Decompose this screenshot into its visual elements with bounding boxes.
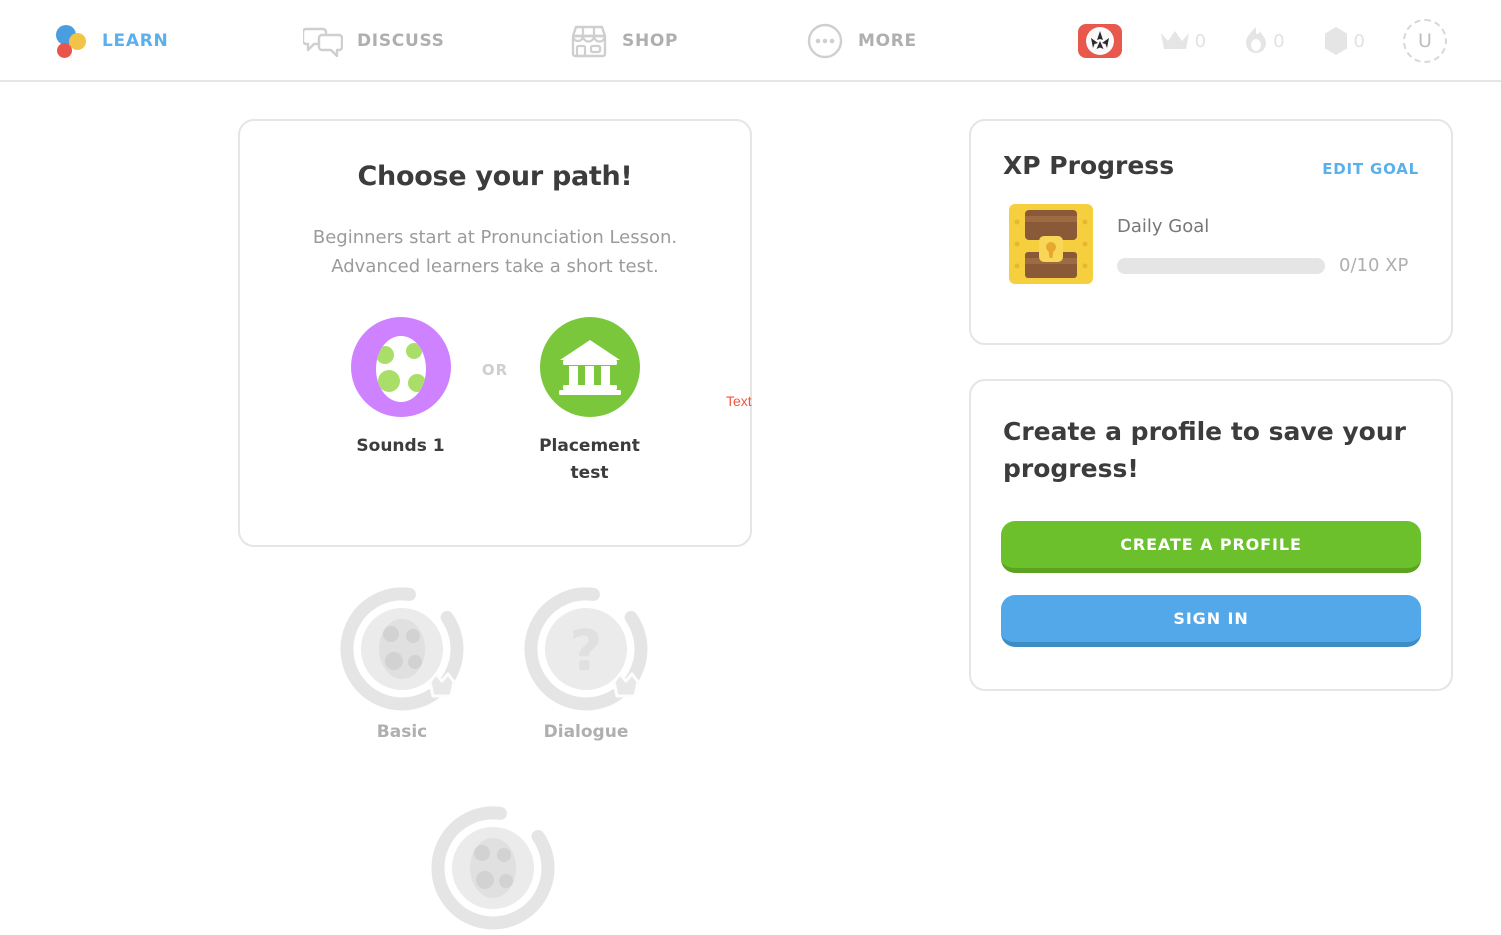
skill-dialogue[interactable]: ? Dialogue: [523, 586, 649, 742]
klingon-emblem-icon: [1090, 31, 1109, 49]
temple-bank-icon: [539, 317, 640, 417]
create-profile-title: Create a profile to save your progress!: [1003, 417, 1406, 483]
top-navigation-bar: LEARN DISCUSS SHOP MORE 0 0 0 U: [0, 0, 1501, 82]
xp-progress-text: 0/10 XP: [1339, 255, 1409, 276]
text-annotation-label: Text: [726, 393, 752, 409]
nav-item-more[interactable]: MORE: [806, 0, 917, 82]
header-right-cluster: 0 0 0 U: [1077, 0, 1501, 82]
daily-goal-label: Daily Goal: [1117, 216, 1210, 237]
skill-ring-basic: [339, 586, 465, 712]
svg-text:?: ?: [570, 619, 602, 684]
path-card-subtitle: Beginners start at Pronunciation Lesson.…: [240, 223, 750, 281]
daily-goal-progress-row: 0/10 XP: [1117, 255, 1419, 276]
create-profile-card: Create a profile to save your progress! …: [969, 379, 1453, 691]
skill-third-partial[interactable]: [430, 805, 556, 931]
shop-storefront-icon: [571, 25, 607, 58]
daily-goal-block: Daily Goal 0/10 XP: [1117, 212, 1419, 276]
egg-glyph-icon: [375, 336, 426, 402]
choice-placement-test-label: Placement test: [539, 436, 640, 483]
locked-skill-egg-icon: [340, 587, 464, 711]
temple-glyph-icon: [558, 340, 621, 395]
treasure-chest-icon: [1009, 204, 1093, 284]
sign-in-button[interactable]: SIGN IN: [1001, 595, 1421, 647]
path-card-subtitle-line2: Advanced learners take a short test.: [331, 256, 659, 277]
stat-crown[interactable]: 0: [1160, 29, 1206, 53]
locked-skill-egg-icon: [431, 806, 555, 930]
path-card-subtitle-line1: Beginners start at Pronunciation Lesson.: [312, 227, 678, 248]
skill-dialogue-label: Dialogue: [543, 722, 629, 742]
nav-item-learn[interactable]: LEARN: [54, 0, 168, 82]
stat-streak[interactable]: 0: [1244, 26, 1285, 56]
egg-icon: [350, 317, 451, 417]
duolingo-logo-icon: [54, 24, 88, 58]
nav-item-discuss[interactable]: DISCUSS: [303, 0, 445, 82]
skill-ring-dialogue: ?: [523, 586, 649, 712]
xp-progress-card: XP Progress EDIT GOAL Daily Goal 0/10 XP: [969, 119, 1453, 345]
speech-bubbles-icon: [303, 27, 343, 57]
avatar[interactable]: U: [1403, 19, 1447, 63]
nav-label-learn: LEARN: [102, 31, 169, 51]
xp-progress-bar: [1117, 257, 1325, 274]
avatar-initial: U: [1418, 30, 1432, 52]
nav-item-shop[interactable]: SHOP: [570, 0, 678, 82]
choose-path-card: Choose your path! Beginners start at Pro…: [238, 119, 752, 547]
choice-placement-test[interactable]: Placement test: [517, 317, 662, 487]
stat-gems[interactable]: 0: [1323, 26, 1365, 56]
create-profile-button[interactable]: CREATE A PROFILE: [1001, 521, 1421, 573]
xp-card-title: XP Progress: [1003, 151, 1175, 180]
xp-card-header: XP Progress EDIT GOAL: [971, 121, 1451, 180]
gem-hexagon-icon: [1324, 27, 1347, 55]
path-card-title: Choose your path!: [357, 161, 633, 192]
path-choices: Sounds 1 OR Placement test: [240, 317, 750, 487]
edit-goal-button[interactable]: EDIT GOAL: [1322, 160, 1419, 178]
stat-gems-value: 0: [1353, 30, 1365, 52]
skill-basic[interactable]: Basic: [339, 586, 465, 742]
stat-streak-value: 0: [1273, 30, 1285, 52]
stat-crown-value: 0: [1194, 30, 1207, 52]
ellipsis-circle-icon: [807, 23, 843, 59]
skill-basic-label: Basic: [376, 722, 428, 742]
or-separator-label: OR: [481, 361, 509, 379]
crown-icon: [1160, 31, 1189, 49]
skill-ring-third: [430, 805, 556, 931]
nav-label-more: MORE: [858, 31, 917, 51]
choice-sounds-1[interactable]: Sounds 1: [328, 317, 473, 460]
flame-streak-icon: [1246, 27, 1267, 53]
locked-skill-question-icon: ?: [524, 587, 648, 711]
klingon-flag-icon[interactable]: [1077, 24, 1122, 58]
xp-card-body: Daily Goal 0/10 XP: [971, 180, 1451, 292]
choice-sounds-1-label: Sounds 1: [356, 436, 445, 456]
nav-label-discuss: DISCUSS: [357, 31, 445, 51]
nav-label-shop: SHOP: [622, 31, 679, 51]
